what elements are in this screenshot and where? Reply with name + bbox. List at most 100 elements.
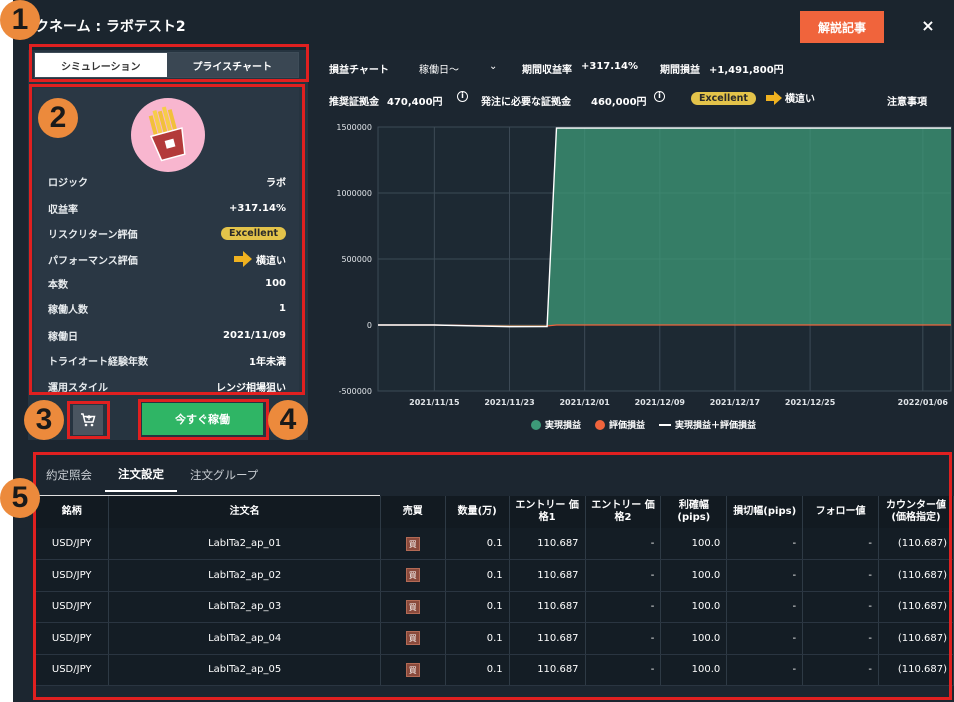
column-header[interactable]: 数量(万) (445, 496, 510, 528)
notes-link[interactable]: 注意事項 (887, 93, 927, 108)
field-label: 本数 (48, 279, 68, 291)
rating-badge: Excellent (221, 226, 286, 240)
table-cell: 0.1 (445, 528, 510, 560)
table-cell: 110.687 (509, 654, 586, 686)
table-cell: LabITa2_ap_04 (108, 622, 381, 655)
field-value: 100 (265, 277, 286, 289)
column-header[interactable]: カウンター値 (価格指定) (878, 496, 954, 528)
view-toggle: シミュレーション プライスチャート (34, 52, 299, 78)
legend-total[interactable]: 実現損益＋評価損益 (659, 418, 756, 431)
arrow-right-icon (234, 251, 252, 267)
table-cell: 100.0 (660, 528, 728, 560)
marker-5: 5 (0, 478, 40, 518)
table-cell: - (726, 559, 804, 592)
y-tick-label: 1000000 (336, 189, 372, 198)
arrow-right-icon (766, 90, 782, 105)
chart-legend: 実現損益 評価損益 実現損益＋評価損益 (531, 418, 756, 431)
table-cell: - (726, 654, 804, 686)
column-header[interactable]: 売買 (380, 496, 446, 528)
simulation-tab[interactable]: シミュレーション (35, 53, 167, 77)
info-icon[interactable]: i (457, 91, 468, 102)
column-header[interactable]: エントリー 価 格1 (509, 496, 586, 528)
close-icon[interactable]: × (919, 14, 937, 36)
orders-table: 銘柄 注文名 売買 数量(万) エントリー 価 格1 エントリー 価 格2 利確幅 (pip… (35, 496, 954, 686)
table-row[interactable]: USD/JPY LabITa2_ap_04 買 0.1 110.687-100.0- -(… (35, 622, 954, 655)
field-label: リスクリターン評価 (48, 229, 138, 241)
field-row: 本数 100 (48, 274, 286, 292)
table-cell: 110.687 (509, 591, 586, 623)
field-row: パフォーマンス評価 横這い (48, 250, 286, 268)
table-cell: 0.1 (445, 654, 510, 686)
table-row[interactable]: USD/JPY LabITa2_ap_05 買 0.1 110.687-100.0- -(… (35, 654, 954, 686)
field-row: 稼働日 2021/11/09 (48, 326, 286, 344)
table-cell: 100.0 (660, 559, 728, 592)
legend-realized[interactable]: 実現損益 (531, 418, 581, 431)
price-chart-tab[interactable]: プライスチャート (166, 53, 298, 77)
field-row: 収益率 +317.14% (48, 199, 286, 217)
x-tick-label: 2021/11/15 (409, 398, 460, 407)
table-cell: 買 (380, 528, 446, 560)
column-header[interactable]: エントリー 価 格2 (585, 496, 662, 528)
window-title: ックネーム : ラボテスト2 (21, 19, 186, 35)
period-return-value: +317.14% (581, 61, 638, 72)
info-icon[interactable]: i (654, 91, 665, 102)
table-cell: USD/JPY (35, 528, 110, 560)
table-row[interactable]: USD/JPY LabITa2_ap_01 買 0.1 110.687-100.0- -(… (35, 528, 954, 560)
table-cell: - (726, 622, 804, 655)
table-cell: (110.687) (878, 591, 954, 623)
table-cell: LabITa2_ap_03 (108, 591, 381, 623)
x-tick-label: 2021/11/23 (484, 398, 534, 407)
period-pl-value: +1,491,800円 (709, 65, 784, 76)
table-cell: 110.687 (509, 559, 586, 592)
legend-unrealized[interactable]: 評価損益 (595, 418, 645, 431)
rating-badge: Excellent (691, 92, 756, 105)
field-value: レンジ相場狙い (216, 382, 286, 394)
table-cell: (110.687) (878, 528, 954, 560)
column-header[interactable]: 注文名 (108, 496, 381, 528)
bottom-tabs: 約定照会 注文設定 注文グループ (33, 458, 271, 494)
y-tick-label: 0 (367, 321, 372, 330)
chevron-down-icon: ⌄ (489, 61, 498, 72)
trend-value: 横這い (234, 251, 286, 267)
table-cell: - (802, 591, 879, 623)
period-select[interactable]: 稼働日〜 ⌄ (419, 61, 497, 76)
required-margin-value: 460,000円 (591, 97, 647, 108)
marker-4: 4 (268, 400, 308, 440)
table-cell: - (726, 591, 804, 623)
column-header[interactable]: 利確幅 (pips) (660, 496, 728, 528)
run-now-button[interactable]: 今すぐ稼働 (142, 403, 263, 435)
column-header[interactable]: フォロー値 (802, 496, 879, 528)
marker-2: 2 (38, 98, 78, 138)
required-margin-label: 発注に必要な証拠金 (481, 97, 571, 108)
table-cell: 0.1 (445, 591, 510, 623)
tab-order-settings[interactable]: 注文設定 (105, 458, 177, 492)
field-value: ラボ (266, 177, 286, 189)
trend-label: 横這い (785, 94, 815, 105)
column-header[interactable]: 損切幅(pips) (726, 496, 804, 528)
chart-title: 損益チャート (329, 65, 389, 76)
field-value: 2021/11/09 (223, 329, 286, 341)
tab-executions[interactable]: 約定照会 (33, 458, 105, 492)
trend-text: 横這い (256, 255, 286, 267)
buy-side-badge: 買 (405, 536, 420, 551)
field-row: トライオート経験年数 1年未満 (48, 351, 286, 369)
article-button[interactable]: 解説記事 (800, 11, 884, 43)
table-cell: 110.687 (509, 528, 586, 560)
table-row[interactable]: USD/JPY LabITa2_ap_03 買 0.1 110.687-100.0- -(… (35, 591, 954, 623)
x-tick-label: 2021/12/01 (559, 398, 610, 407)
column-header[interactable]: 銘柄 (35, 496, 110, 528)
table-cell: 100.0 (660, 622, 728, 655)
table-row[interactable]: USD/JPY LabITa2_ap_02 買 0.1 110.687-100.0- -(… (35, 559, 954, 592)
table-cell: - (802, 528, 879, 560)
buy-side-badge: 買 (405, 662, 420, 677)
table-cell: 110.687 (509, 622, 586, 655)
marker-3: 3 (24, 400, 64, 440)
table-cell: LabITa2_ap_02 (108, 559, 381, 592)
x-tick-label: 2021/12/25 (785, 398, 836, 407)
field-row: 運用スタイル レンジ相場狙い (48, 377, 286, 395)
field-label: 稼働人数 (48, 304, 88, 316)
field-value: 1年未満 (249, 356, 286, 368)
cart-button[interactable] (73, 405, 103, 435)
tab-order-groups[interactable]: 注文グループ (177, 458, 271, 492)
field-label: トライオート経験年数 (48, 356, 148, 368)
